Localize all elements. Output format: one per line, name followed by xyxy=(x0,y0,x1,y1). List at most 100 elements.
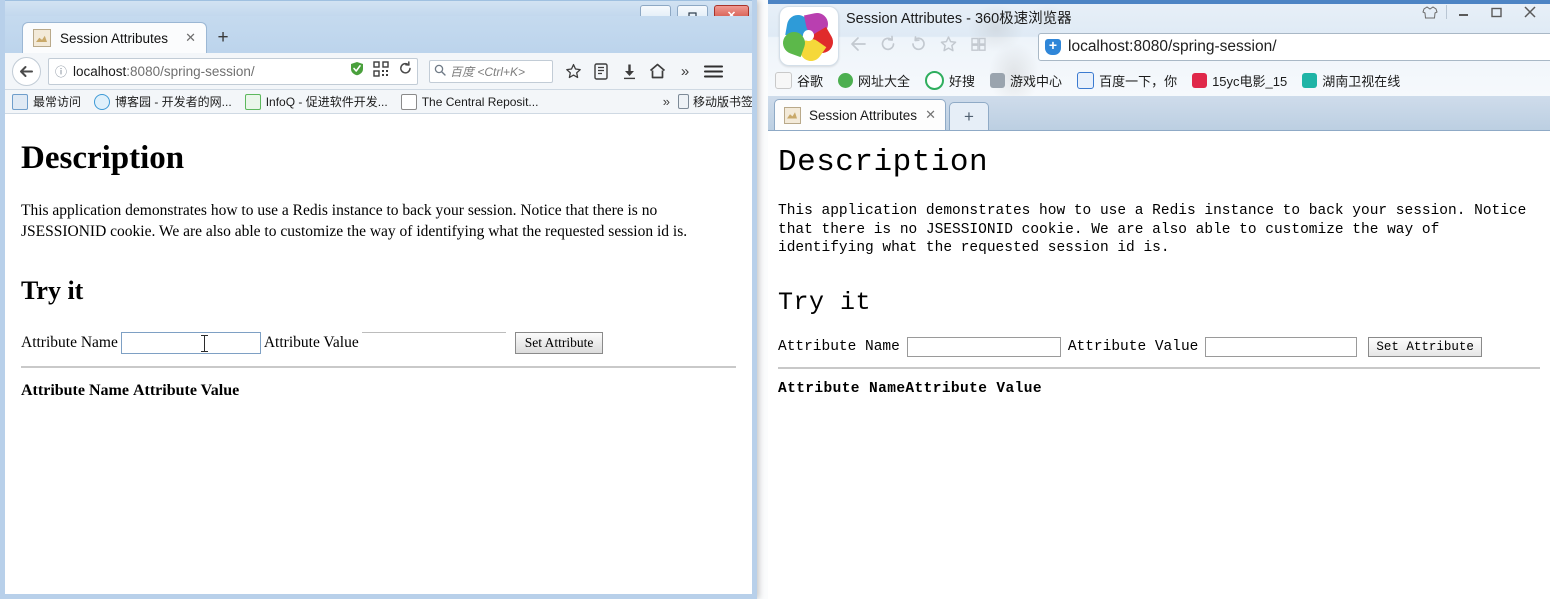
browser-360-window[interactable]: Session Attributes - 360极速浏览器 + localhos… xyxy=(765,0,1550,599)
bookmark-item[interactable]: 最常访问 xyxy=(12,93,81,110)
bookmark-favicon xyxy=(12,93,28,110)
bookmark-item[interactable]: 博客园 - 开发者的网... xyxy=(94,93,232,110)
bookmark-item[interactable]: 游戏中心 xyxy=(990,71,1062,90)
bookmark-label: 15yc电影_15 xyxy=(1212,73,1288,89)
reload-button-firefox[interactable] xyxy=(393,61,417,81)
attribute-name-input-firefox[interactable] xyxy=(120,331,261,354)
page-paragraph-360: This application demonstrates how to use… xyxy=(778,203,1527,257)
tab-session-attributes-firefox[interactable]: Session Attributes ✕ xyxy=(22,22,207,53)
attribute-name-input-360[interactable] xyxy=(906,336,1061,357)
bookmarks-bar-firefox: 最常访问 博客园 - 开发者的网... InfoQ - 促进软件开发... Th… xyxy=(0,90,757,114)
table-header-value-360: Attribute Value xyxy=(905,380,1042,397)
url-host: localhost xyxy=(73,63,127,79)
table-header-name-360: Attribute Name xyxy=(778,380,906,397)
divider-firefox xyxy=(21,365,736,368)
bookmark-item[interactable]: 网址大全 xyxy=(838,71,910,90)
bookmark-item[interactable]: 湖南卫视在线 xyxy=(1302,71,1400,90)
attribute-value-label-firefox: Attribute Value xyxy=(263,333,359,351)
tab-title: Session Attributes xyxy=(809,107,918,123)
firefox-titlebar: ✕ xyxy=(0,0,757,26)
attribute-value-input-firefox[interactable] xyxy=(361,331,506,354)
page-favicon-icon xyxy=(784,106,801,124)
bookmark-favicon xyxy=(775,71,792,89)
window-controls-360 xyxy=(1413,2,1546,22)
bookmarks-overflow-icon[interactable]: » xyxy=(663,94,670,109)
search-placeholder: 百度 <Ctrl+K> xyxy=(450,64,526,79)
address-bar-text-360: localhost:8080/spring-session/ xyxy=(1068,38,1277,55)
bookmark-label: 博客园 - 开发者的网... xyxy=(115,95,232,109)
tab-close-icon[interactable]: ✕ xyxy=(185,30,196,46)
bookmark-item[interactable]: The Central Reposit... xyxy=(400,93,539,110)
bookmark-item[interactable]: 百度一下，你 xyxy=(1077,71,1177,90)
site-info-icon[interactable]: ⓘ xyxy=(49,63,73,80)
tab-close-icon[interactable]: ✕ xyxy=(925,107,936,123)
360-logo xyxy=(779,6,839,66)
mobile-bookmarks-icon xyxy=(677,94,689,109)
address-bar-firefox[interactable]: ⓘ localhost:8080/spring-session/ xyxy=(48,57,418,85)
library-icon[interactable] xyxy=(588,58,614,84)
tab-strip-firefox: Session Attributes ✕ + xyxy=(0,16,757,53)
set-attribute-button-360[interactable]: Set Attribute xyxy=(1368,336,1482,357)
table-header-value-firefox: Attribute Value xyxy=(132,381,240,399)
page-title-description-firefox: Description xyxy=(21,140,185,176)
address-bar-text-firefox: localhost:8080/spring-session/ xyxy=(73,64,345,79)
shield-icon-firefox[interactable] xyxy=(345,61,369,81)
page-content-firefox: Description This application demonstrate… xyxy=(5,114,752,594)
bookmark-label: 湖南卫视在线 xyxy=(1322,73,1401,89)
favorite-star-icon[interactable] xyxy=(936,31,961,56)
bookmark-favicon xyxy=(925,70,945,90)
search-box-firefox[interactable]: 百度 <Ctrl+K> xyxy=(429,59,553,83)
attributes-table-header-firefox: Attribute Name Attribute Value xyxy=(21,382,736,400)
toolbar-buttons-firefox: » xyxy=(560,58,726,84)
tab-session-attributes-360[interactable]: Session Attributes ✕ xyxy=(774,99,946,130)
attribute-name-label-360: Attribute Name xyxy=(778,338,900,355)
bookmark-favicon xyxy=(1077,71,1095,89)
skin-icon[interactable] xyxy=(1413,2,1446,22)
apps-grid-icon[interactable] xyxy=(966,31,991,56)
bookmark-item[interactable]: 好搜 xyxy=(925,70,976,90)
reload-button-360[interactable] xyxy=(876,31,901,56)
page-heading-try-it-360: Try it xyxy=(778,287,872,317)
bookmark-label: 最常访问 xyxy=(33,95,82,109)
back-button-firefox[interactable] xyxy=(12,56,41,86)
menu-hamburger-icon[interactable] xyxy=(700,58,726,84)
minimize-button-360[interactable] xyxy=(1447,2,1480,22)
new-tab-button-360[interactable]: + xyxy=(948,102,989,130)
bookmark-label: InfoQ - 促进软件开发... xyxy=(265,95,388,109)
home-icon[interactable] xyxy=(644,58,670,84)
close-button-360[interactable] xyxy=(1513,2,1546,22)
mobile-bookmarks-label: 移动版书签 xyxy=(692,95,753,109)
bookmark-item[interactable]: 谷歌 xyxy=(775,71,823,90)
history-button-360[interactable] xyxy=(906,31,931,56)
maximize-button-360[interactable] xyxy=(1480,2,1513,22)
attribute-value-label-360: Attribute Value xyxy=(1067,338,1199,355)
bookmark-favicon xyxy=(1192,72,1208,88)
bookmark-label: The Central Reposit... xyxy=(421,94,539,109)
attribute-name-label-firefox: Attribute Name xyxy=(21,333,118,351)
bookmark-favicon xyxy=(94,93,111,110)
firefox-window[interactable]: ✕ Session Attributes ✕ + ⓘ localhost:808… xyxy=(0,0,757,599)
bookmark-label: 百度一下，你 xyxy=(1099,73,1178,89)
logo-hub xyxy=(803,30,814,41)
back-button-360[interactable] xyxy=(846,31,871,56)
address-bar-360[interactable]: localhost:8080/spring-session/ ⚡ ☆ ▼ xyxy=(1038,33,1550,61)
bookmark-label: 网址大全 xyxy=(858,73,911,89)
new-tab-button-firefox[interactable]: + xyxy=(207,23,239,53)
bookmark-item[interactable]: InfoQ - 促进软件开发... xyxy=(244,93,388,110)
bookmark-favicon xyxy=(400,93,417,110)
page-paragraph-firefox: This application demonstrates how to use… xyxy=(21,202,688,240)
bookmark-label: 游戏中心 xyxy=(1010,73,1063,89)
page-content-360: Description This application demonstrate… xyxy=(766,131,1550,599)
set-attribute-button-firefox[interactable]: Set Attribute xyxy=(514,331,604,354)
attribute-form-firefox: Attribute Name Attribute Value Set Attri… xyxy=(21,331,736,354)
qr-code-icon[interactable] xyxy=(369,60,393,81)
overflow-chevron-icon[interactable]: » xyxy=(672,58,698,84)
mobile-bookmarks-item[interactable]: 移动版书签 xyxy=(677,93,753,110)
bookmark-favicon xyxy=(1302,72,1318,88)
downloads-icon[interactable] xyxy=(616,58,642,84)
bookmark-item[interactable]: 15yc电影_15 xyxy=(1192,71,1287,90)
bookmark-label: 好搜 xyxy=(949,73,976,89)
attribute-value-input-360[interactable] xyxy=(1205,336,1358,357)
bookmark-star-icon-firefox[interactable] xyxy=(560,58,586,84)
attributes-table-header-360: Attribute NameAttribute Value xyxy=(778,381,1540,397)
